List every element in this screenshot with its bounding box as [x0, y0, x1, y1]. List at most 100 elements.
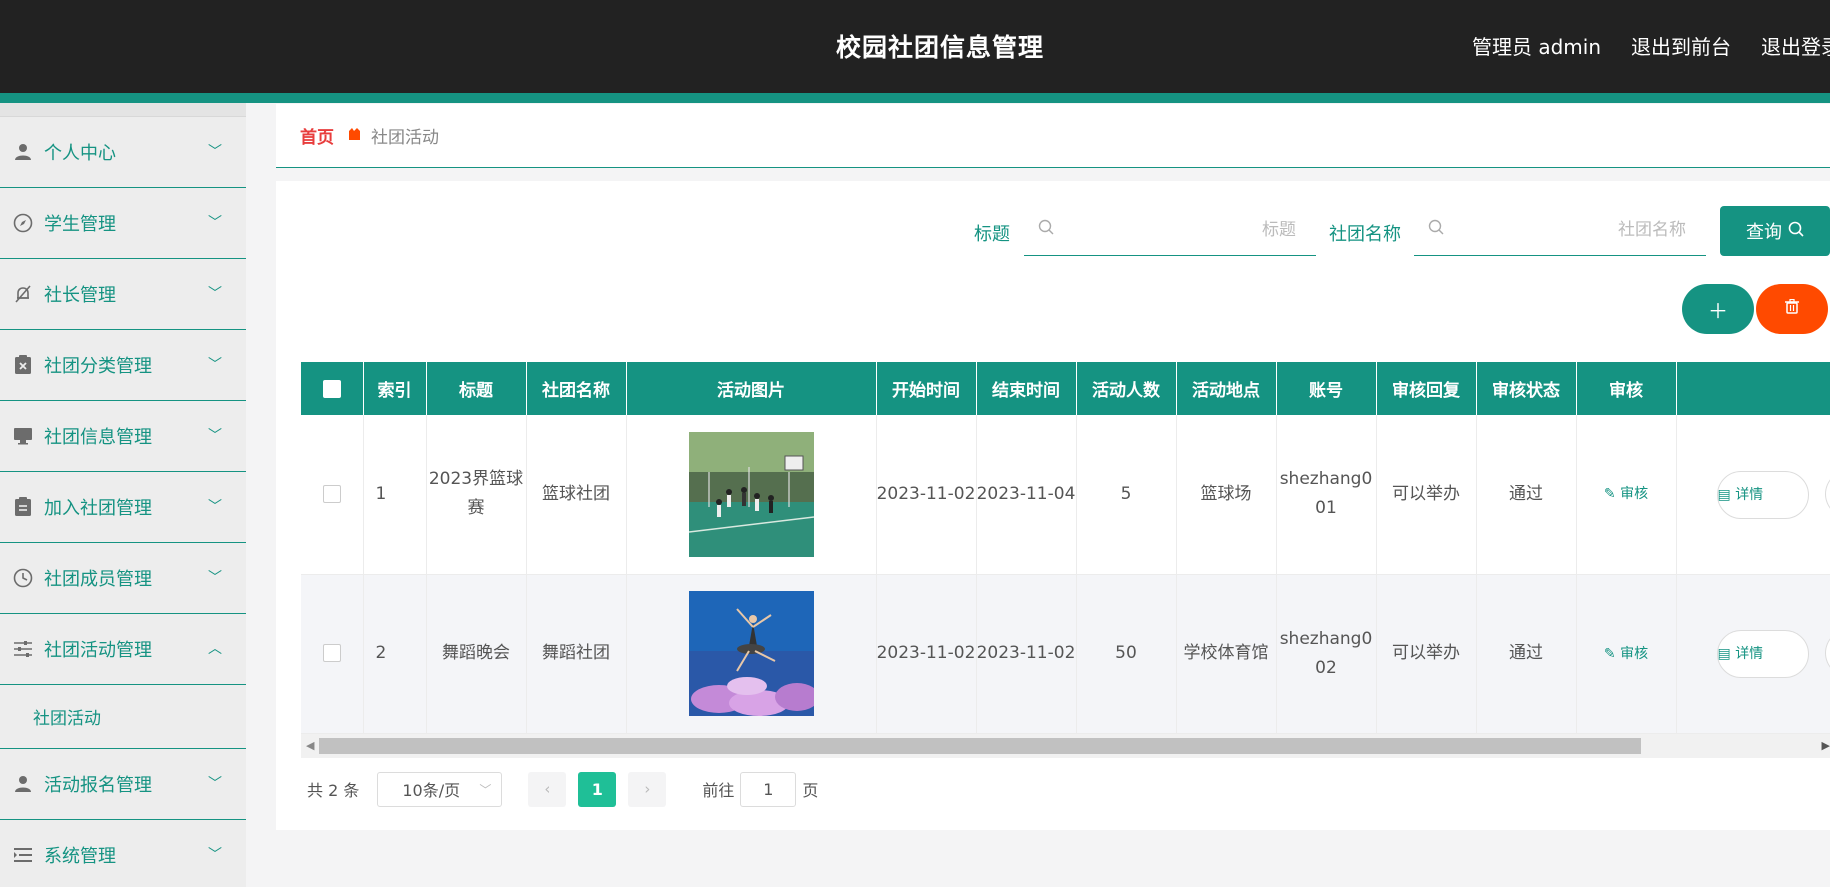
cell-people: 5 [1076, 415, 1177, 575]
submenu-item-label: 社团活动 [33, 709, 101, 729]
scroll-right-arrow-icon[interactable]: ▶ [1822, 739, 1830, 752]
row-checkbox[interactable] [301, 574, 364, 734]
page-number-current[interactable]: 1 [578, 771, 617, 807]
cell-status: 通过 [1476, 415, 1577, 575]
delete-button[interactable] [1756, 284, 1828, 334]
total-count: 共 2 条 [307, 781, 360, 800]
detail-button[interactable]: ▤ 详情 [1716, 630, 1809, 678]
chevron-down-icon: ﹀ [208, 357, 222, 373]
basketball-game-photo[interactable] [688, 431, 814, 557]
sidebar-item-label: 社团活动管理 [44, 640, 152, 661]
sidebar-item-activity-signup-management[interactable]: 活动报名管理 ﹀ [0, 749, 246, 820]
edit-button[interactable] [1824, 469, 1830, 518]
audit-link[interactable]: ✎ 审核 [1604, 486, 1648, 502]
chevron-down-icon: ﹀ [208, 215, 222, 231]
detail-button[interactable]: ▤ 详情 [1716, 470, 1809, 519]
audit-link[interactable]: ✎ 审核 [1604, 646, 1648, 662]
add-button[interactable]: ＋ [1682, 284, 1754, 334]
detail-button-label: 详情 [1735, 486, 1764, 503]
cell-people: 50 [1076, 574, 1177, 734]
sidebar-item-label: 个人中心 [44, 143, 116, 164]
title-search-input[interactable] [1176, 220, 1296, 240]
column-header: 标题 [426, 362, 527, 415]
sidebar-item-club-activity-management[interactable]: 社团活动管理 ︿ [0, 614, 246, 685]
chevron-down-icon: ﹀ [208, 286, 222, 302]
sidebar-item-label: 活动报名管理 [44, 775, 152, 796]
sidebar-top-divider [0, 103, 246, 117]
cell-actions: ▤ 详情 [1676, 574, 1830, 734]
breadcrumb: 首页 社团活动 [276, 104, 1830, 168]
chevron-down-icon: ﹀ [208, 499, 222, 515]
chevron-down-icon: ﹀ [208, 847, 222, 863]
breadcrumb-home-link[interactable]: 首页 [300, 123, 334, 148]
cell-reply: 可以举办 [1376, 574, 1477, 734]
column-header: 账号 [1276, 362, 1377, 415]
cell-account: shezhang002 [1276, 574, 1377, 734]
sidebar-item-label: 学生管理 [44, 214, 116, 235]
column-header: 审核 [1576, 362, 1677, 415]
sidebar-item-label: 系统管理 [44, 846, 116, 867]
row-checkbox[interactable] [301, 415, 364, 575]
next-page-button[interactable]: › [628, 771, 667, 807]
sidebar-item-system-management[interactable]: 系统管理 ﹀ [0, 820, 246, 887]
page-suffix: 页 [802, 781, 819, 800]
sidebar-item-student-management[interactable]: 学生管理 ﹀ [0, 188, 246, 259]
column-header: 活动图片 [626, 362, 877, 415]
logout-link[interactable]: 退出登录 [1761, 31, 1830, 60]
horizontal-scrollbar[interactable]: ◀ ▶ [301, 734, 1830, 758]
cell-end-time: 2023-11-02 [976, 574, 1077, 734]
goto-label: 前往 [702, 781, 735, 800]
sidebar-item-label: 加入社团管理 [44, 498, 152, 519]
column-header: 活动人数 [1076, 362, 1177, 415]
edit-button[interactable] [1824, 629, 1830, 677]
goto-page-input[interactable] [740, 771, 797, 807]
sidebar-item-president-management[interactable]: 社长管理 ﹀ [0, 259, 246, 330]
cell-actions: ▤ 详情 [1676, 415, 1830, 575]
page-size-select[interactable]: 10条/页 ﹀ [377, 771, 503, 807]
top-header: 校园社团信息管理 管理员 admin 退出到前台 退出登录 [0, 0, 1830, 93]
column-header: 审核回复 [1376, 362, 1477, 415]
cell-audit: ✎ 审核 [1576, 415, 1677, 575]
prev-page-button[interactable]: ‹ [528, 771, 567, 807]
query-button[interactable]: 查询 [1720, 206, 1830, 256]
dance-performance-photo[interactable] [688, 591, 814, 716]
sidebar-item-club-member-management[interactable]: 社团成员管理 ﹀ [0, 543, 246, 614]
to-frontend-link[interactable]: 退出到前台 [1631, 31, 1731, 60]
data-table: 索引 标题 社团名称 活动图片 开始时间 结束时间 活动人数 活动地点 账号 审… [301, 362, 1830, 758]
chevron-down-icon: ﹀ [208, 570, 222, 586]
sidebar-item-label: 社长管理 [44, 285, 116, 306]
chevron-down-icon: ﹀ [208, 776, 222, 792]
chevron-down-icon: ﹀ [208, 144, 222, 160]
sidebar: 个人中心 ﹀ 学生管理 ﹀ 社长管理 ﹀ 社团分类管理 ﹀ 社团信息管理 ﹀ 加 [0, 103, 246, 887]
cell-reply: 可以举办 [1376, 415, 1477, 575]
title-search-label: 标题 [974, 224, 1010, 245]
column-header: 活动地点 [1176, 362, 1277, 415]
bell-off-icon [12, 283, 34, 305]
page-size-value: 10条/页 [402, 781, 461, 800]
list-icon [12, 844, 34, 866]
compass-icon [12, 212, 34, 234]
admin-user-label[interactable]: 管理员 admin [1472, 31, 1601, 60]
table-header-row: 索引 标题 社团名称 活动图片 开始时间 结束时间 活动人数 活动地点 账号 审… [301, 362, 1830, 415]
scroll-left-arrow-icon[interactable]: ◀ [306, 739, 314, 752]
sidebar-item-club-info-management[interactable]: 社团信息管理 ﹀ [0, 401, 246, 472]
person-icon [12, 141, 34, 163]
sidebar-item-label: 社团信息管理 [44, 427, 152, 448]
column-header: 开始时间 [876, 362, 977, 415]
sidebar-item-club-category-management[interactable]: 社团分类管理 ﹀ [0, 330, 246, 401]
table-row: 1 2023界篮球赛 篮球社团 2023-11-02 2023-11-04 5 … [301, 415, 1830, 575]
chevron-up-icon: ︿ [208, 641, 222, 657]
select-all-checkbox[interactable] [301, 362, 364, 415]
title-search-box [1024, 206, 1316, 256]
sidebar-item-join-club-management[interactable]: 加入社团管理 ﹀ [0, 472, 246, 543]
detail-button-label: 详情 [1735, 646, 1764, 662]
chevron-down-icon: ﹀ [208, 428, 222, 444]
clipboard-icon [12, 496, 34, 518]
sidebar-item-personal-center[interactable]: 个人中心 ﹀ [0, 117, 246, 188]
scrollbar-thumb[interactable] [319, 738, 1641, 754]
cell-image [626, 574, 877, 734]
submenu-item-club-activity[interactable]: 社团活动 [0, 685, 246, 749]
table-row: 2 舞蹈晚会 舞蹈社团 2023-11-02 2023-11-02 50 学校体… [301, 574, 1830, 734]
search-form: 标题 社团名称 查询 [276, 206, 1830, 256]
club-name-search-input[interactable] [1566, 220, 1686, 240]
